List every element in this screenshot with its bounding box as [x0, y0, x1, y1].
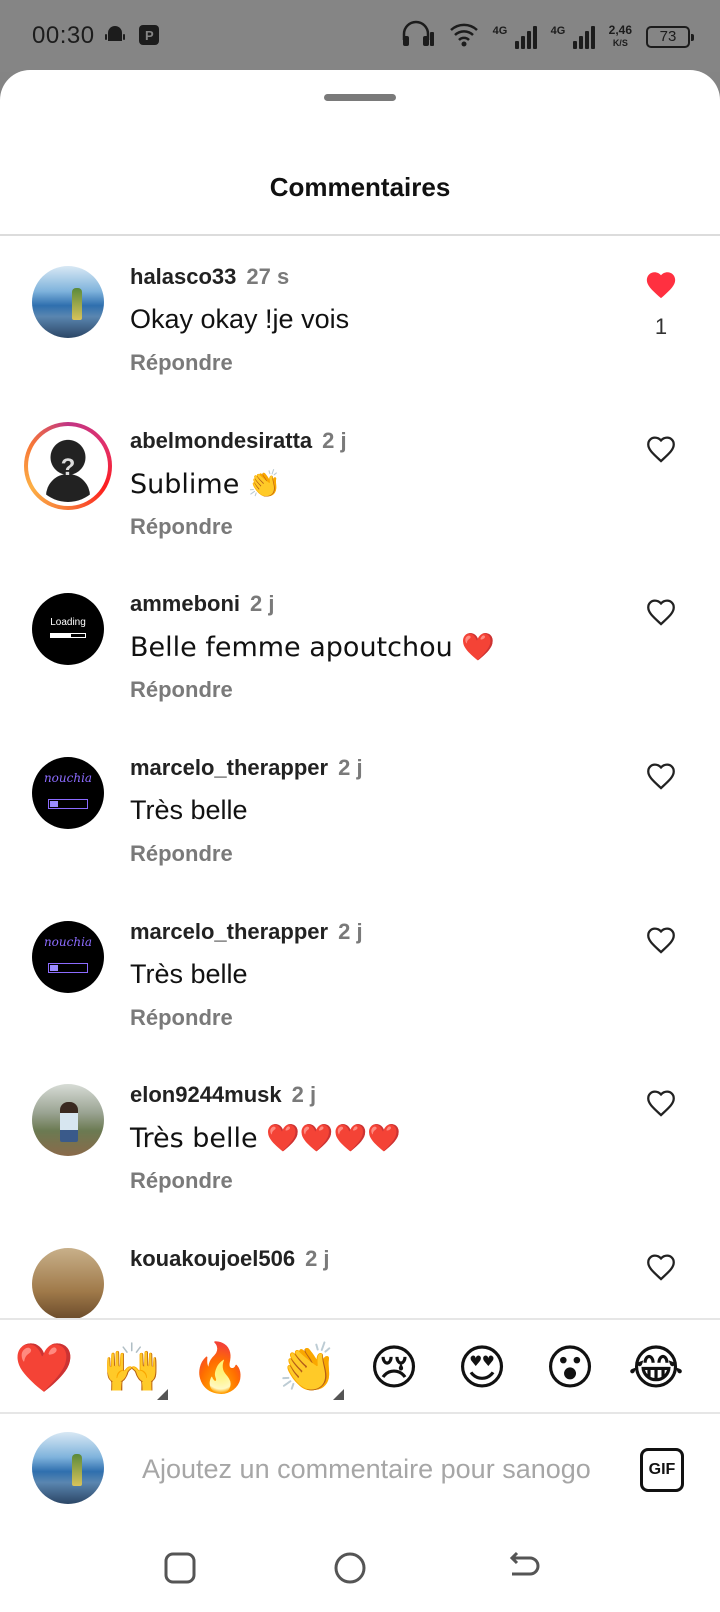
comment-item: elon9244musk 2 j Très belle ❤️❤️❤️❤️ Répo…: [0, 1054, 720, 1222]
comment-username-row: ammeboni 2 j: [130, 591, 275, 617]
comment-time: 2 j: [338, 919, 363, 944]
back-nav-icon[interactable]: [504, 1548, 544, 1588]
sheet-title: Commentaires: [269, 172, 451, 202]
emoji-button[interactable]: 😍: [452, 1338, 512, 1398]
comment-username[interactable]: ammeboni: [130, 591, 240, 616]
battery-icon: 73: [646, 25, 694, 48]
comment-username-row: halasco33 27 s: [130, 264, 289, 290]
comment-item: nouchia marcelo_therapper 2 j Très belle …: [0, 891, 720, 1059]
skin-tone-indicator: [157, 1389, 168, 1400]
comment-username-row: kouakoujoel506 2 j: [130, 1246, 330, 1272]
comment-username-row: marcelo_therapper 2 j: [130, 755, 363, 781]
comment-text: Très belle: [130, 795, 248, 825]
comment-username-row: elon9244musk 2 j: [130, 1082, 316, 1108]
headphones-icon: [401, 20, 435, 53]
comment-text: Okay okay !je vois: [130, 304, 350, 334]
reply-button[interactable]: Répondre: [130, 1005, 233, 1031]
comment-username-row: abelmondesiratta 2 j: [130, 428, 347, 454]
emoji-button[interactable]: 🙌: [102, 1338, 168, 1400]
reply-button[interactable]: Répondre: [130, 677, 233, 703]
comment-time: 2 j: [305, 1246, 330, 1271]
wifi-icon: [449, 21, 479, 52]
comment-time: 2 j: [291, 1082, 317, 1107]
reply-button[interactable]: Répondre: [130, 841, 233, 867]
comment-time: 2 j: [322, 428, 347, 453]
avatar[interactable]: Loading: [32, 593, 104, 665]
heart-icon[interactable]: [644, 1086, 678, 1120]
comment-composer: GIF: [0, 1414, 720, 1524]
like-count: 1: [654, 314, 668, 339]
heart-icon[interactable]: [644, 595, 678, 629]
avatar[interactable]: nouchia: [32, 921, 104, 993]
emoji-button[interactable]: 🔥: [190, 1338, 250, 1398]
avatar[interactable]: [32, 1248, 104, 1320]
svg-text:P: P: [145, 28, 154, 43]
gif-button[interactable]: GIF: [640, 1448, 684, 1492]
network-speed: 2,46 K/S: [608, 23, 632, 48]
android-icon: [104, 24, 126, 51]
comment-item: nouchia marcelo_therapper 2 j Très belle …: [0, 727, 720, 895]
comment-time: 2 j: [250, 591, 275, 616]
comment-item: ? abelmondesiratta 2 j Sublime 👏 Répondre: [0, 400, 720, 568]
comment-item: halasco33 27 s Okay okay !je vois Répondr…: [0, 236, 720, 404]
comment-text: Très belle ❤️❤️❤️❤️: [130, 1123, 401, 1154]
status-bar: 00:30 P 4G 4G 2,46 K/S 73: [0, 0, 720, 72]
avatar[interactable]: [32, 1084, 104, 1156]
comment-username[interactable]: marcelo_therapper: [130, 919, 328, 944]
emoji-button[interactable]: 😢: [364, 1338, 424, 1398]
reply-button[interactable]: Répondre: [130, 350, 233, 376]
comment-time: 27 s: [246, 264, 290, 289]
comment-text: Très belle: [130, 959, 248, 989]
drag-handle[interactable]: [324, 94, 396, 101]
comment-username[interactable]: abelmondesiratta: [130, 428, 312, 453]
heart-icon[interactable]: [644, 432, 678, 466]
my-avatar: [32, 1432, 104, 1504]
emoji-reaction-bar: ❤️ 🙌 🔥 👏 😢 😍 😮 😂: [0, 1318, 720, 1414]
emoji-button[interactable]: 😮: [540, 1338, 600, 1398]
heart-icon[interactable]: [644, 759, 678, 793]
comment-time: 2 j: [338, 755, 363, 780]
comment-item: Loading ammeboni 2 j Belle femme apoutcho…: [0, 563, 720, 731]
reply-button[interactable]: Répondre: [130, 1168, 233, 1194]
emoji-button[interactable]: ❤️: [14, 1338, 74, 1398]
heart-icon[interactable]: [644, 923, 678, 957]
signal-icon: 4G: [551, 25, 595, 49]
signal-icon: 4G: [493, 25, 537, 49]
comment-text: Belle femme apoutchou ❤️: [130, 632, 495, 663]
heart-icon[interactable]: [644, 1250, 678, 1284]
square-nav-icon[interactable]: [160, 1548, 200, 1588]
circle-nav-icon[interactable]: [330, 1548, 370, 1588]
heart-icon[interactable]: [644, 268, 678, 302]
comment-username[interactable]: elon9244musk: [130, 1082, 282, 1107]
comment-username[interactable]: marcelo_therapper: [130, 755, 328, 780]
comments-list[interactable]: halasco33 27 s Okay okay !je vois Répondr…: [0, 236, 720, 1388]
comment-username[interactable]: kouakoujoel506: [130, 1246, 295, 1271]
status-time: 00:30: [32, 22, 95, 49]
comment-username-row: marcelo_therapper 2 j: [130, 919, 363, 945]
reply-button[interactable]: Répondre: [130, 514, 233, 540]
skin-tone-indicator: [333, 1389, 344, 1400]
avatar[interactable]: ?: [32, 430, 104, 502]
story-ring[interactable]: ?: [24, 422, 112, 510]
comment-text: Sublime 👏: [130, 469, 282, 500]
emoji-button[interactable]: 😂: [626, 1338, 686, 1398]
emoji-button[interactable]: 👏: [278, 1338, 344, 1400]
comment-username[interactable]: halasco33: [130, 264, 236, 289]
comment-input[interactable]: [142, 1444, 612, 1494]
parking-icon: P: [138, 24, 160, 51]
system-nav-bar: [0, 1524, 720, 1612]
avatar[interactable]: nouchia: [32, 757, 104, 829]
avatar[interactable]: [32, 266, 104, 338]
